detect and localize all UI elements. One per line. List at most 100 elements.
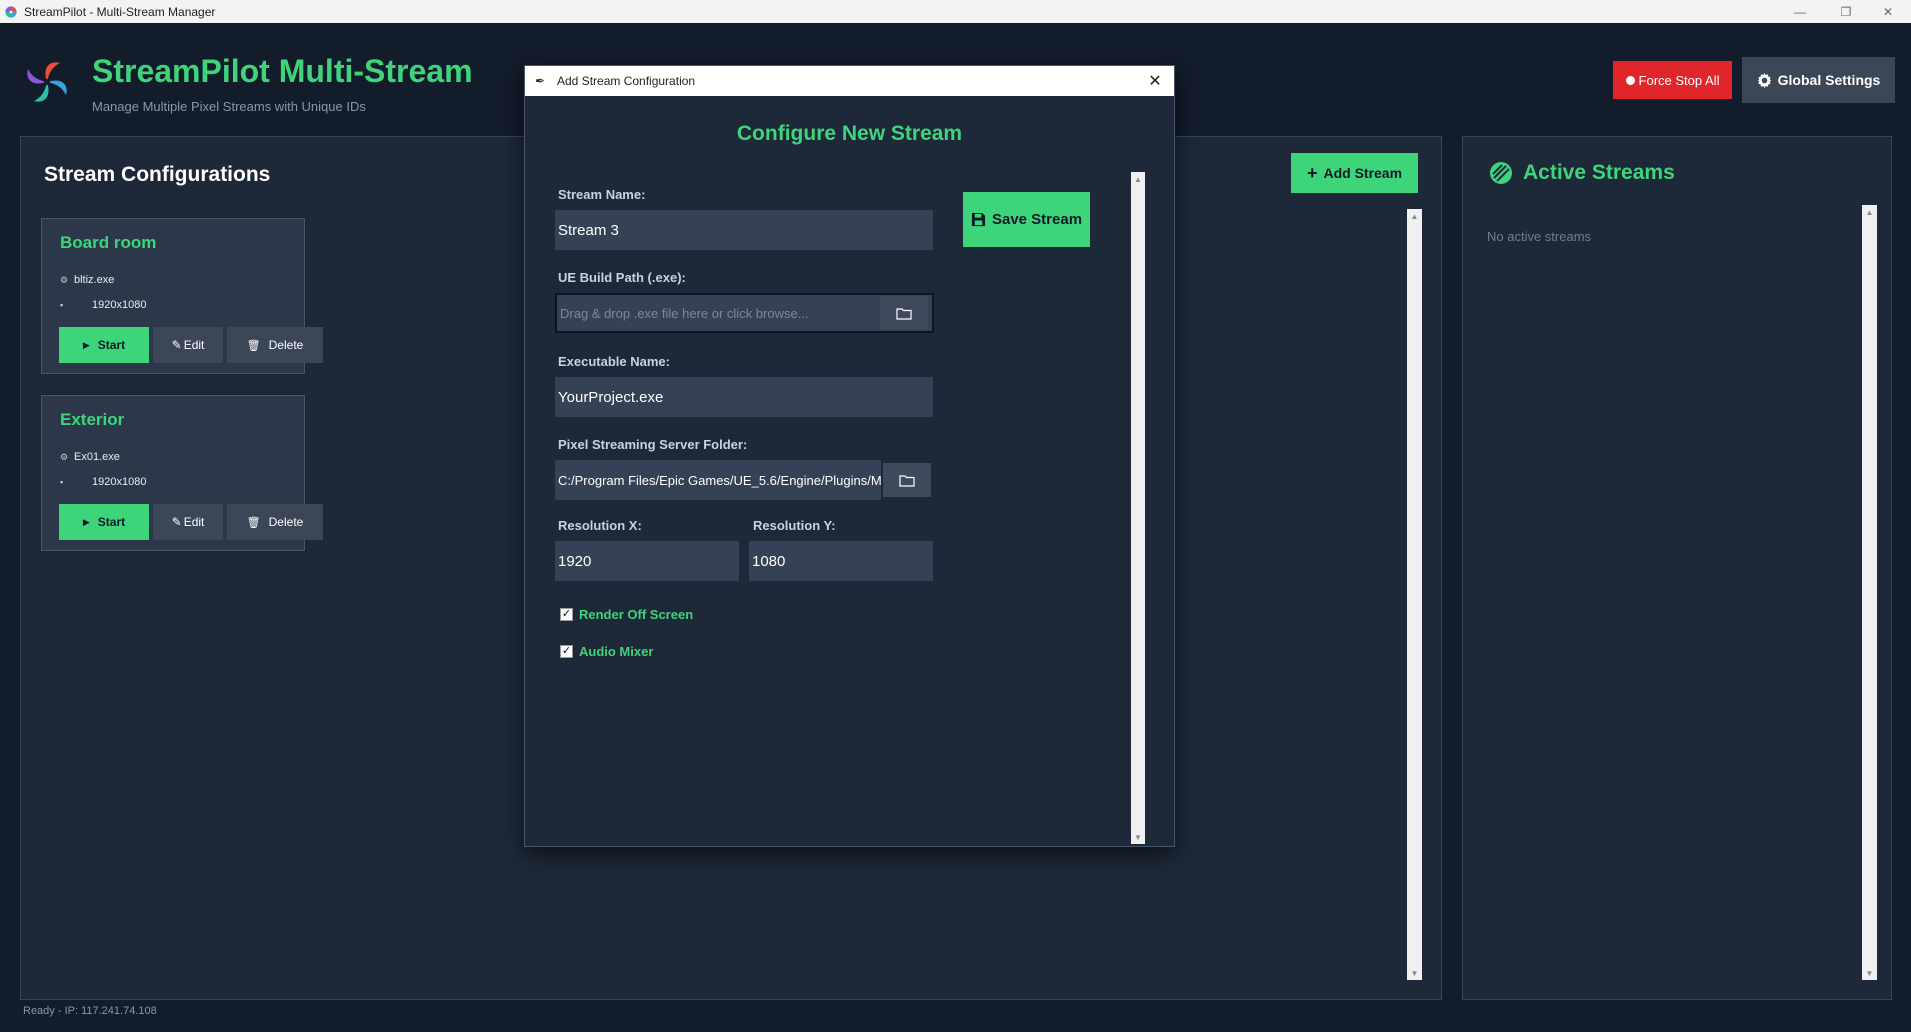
stream-card-exe: ⚙ Ex01.exe — [60, 451, 120, 463]
resolution-x-label: Resolution X: — [558, 518, 642, 533]
scroll-down-arrow-icon[interactable]: ▼ — [1131, 830, 1145, 844]
ue-build-path-input[interactable]: Drag & drop .exe file here or click brow… — [555, 293, 934, 333]
stream-card-resolution: ▪ 1920x1080 — [60, 476, 146, 488]
resolution-x-input[interactable]: 1920 — [555, 541, 739, 581]
folder-icon — [899, 474, 915, 487]
stream-card-resolution-text: 1920x1080 — [92, 476, 147, 488]
dialog-titlebar: ✒ Add Stream Configuration ✕ — [525, 66, 1174, 96]
minimize-icon: — — [1794, 4, 1806, 19]
save-stream-button[interactable]: Save Stream — [963, 192, 1090, 247]
folder-icon — [896, 307, 912, 320]
resolution-y-input[interactable]: 1080 — [749, 541, 933, 581]
scroll-up-arrow-icon[interactable]: ▲ — [1407, 209, 1422, 223]
monitor-icon: ▪ — [60, 300, 64, 310]
app-logo-icon — [5, 5, 17, 18]
active-streams-title: Active Streams — [1523, 161, 1675, 184]
active-streams-panel: Active Streams No active streams ▲ ▼ — [1462, 136, 1892, 1000]
force-stop-label: Force Stop All — [1638, 72, 1720, 88]
executable-name-input[interactable]: YourProject.exe — [555, 377, 933, 417]
dialog-title: Add Stream Configuration — [557, 74, 696, 88]
stream-card-name: Board room — [60, 233, 157, 252]
status-bar: Ready - IP: 117.241.74.108 — [23, 1005, 157, 1017]
trash-icon: 🗑 — [246, 339, 261, 352]
restore-button[interactable]: ❐ — [1823, 0, 1869, 23]
stream-card: Exterior ⚙ Ex01.exe ▪ 1920x1080 ▶ Start ✎ Ed… — [41, 395, 323, 551]
stop-icon — [1625, 75, 1635, 85]
start-label: Start — [97, 515, 126, 529]
edit-label: Edit — [183, 515, 205, 529]
resolution-y-label: Resolution Y: — [753, 518, 836, 533]
ps-server-folder-label: Pixel Streaming Server Folder: — [558, 437, 748, 452]
dialog-close-button[interactable]: ✕ — [1144, 70, 1166, 92]
force-stop-all-button[interactable]: Force Stop All — [1613, 61, 1732, 99]
gear-icon — [1757, 72, 1771, 88]
plus-icon: + — [1306, 163, 1318, 183]
edit-button[interactable]: ✎ Edit — [153, 327, 223, 363]
start-button[interactable]: ▶ Start — [59, 327, 149, 363]
ps-folder-browse-button[interactable] — [883, 463, 931, 497]
ue-build-path-label: UE Build Path (.exe): — [558, 270, 686, 285]
window-titlebar: StreamPilot - Multi-Stream Manager — ❐ ✕ — [0, 0, 1911, 23]
checkbox-checked-icon: ✓ — [560, 608, 573, 621]
delete-label: Delete — [268, 515, 304, 529]
delete-label: Delete — [268, 338, 304, 352]
stream-card-resolution-text: 1920x1080 — [92, 299, 147, 311]
app-title: StreamPilot Multi-Stream — [92, 53, 473, 89]
dialog-heading: Configure New Stream — [736, 122, 963, 145]
gear-icon: ⚙ — [60, 274, 69, 285]
close-icon: ✕ — [1882, 4, 1894, 19]
stream-name-label: Stream Name: — [558, 187, 646, 202]
dialog-scrollbar[interactable]: ▲ ▼ — [1131, 172, 1145, 844]
checkbox-checked-icon: ✓ — [560, 645, 573, 658]
stream-card-exe-text: bltiz.exe — [74, 274, 115, 286]
stream-name-input[interactable]: Stream 3 — [555, 210, 933, 250]
stream-card-resolution: ▪ 1920x1080 — [60, 299, 146, 311]
configs-scrollbar[interactable]: ▲ ▼ — [1407, 209, 1422, 980]
window-title: StreamPilot - Multi-Stream Manager — [24, 4, 216, 19]
scroll-down-arrow-icon[interactable]: ▼ — [1407, 966, 1422, 980]
save-stream-label: Save Stream — [991, 211, 1083, 228]
global-settings-label: Global Settings — [1777, 72, 1881, 88]
edit-label: Edit — [183, 338, 205, 352]
play-icon: ▶ — [82, 339, 90, 350]
close-icon: ✕ — [1148, 73, 1162, 90]
add-stream-button[interactable]: + Add Stream — [1291, 153, 1418, 193]
start-button[interactable]: ▶ Start — [59, 504, 149, 540]
stream-configurations-title: Stream Configurations — [44, 163, 271, 186]
trash-icon: 🗑 — [246, 516, 261, 529]
signal-icon — [1490, 162, 1512, 184]
stream-card: Board room ⚙ bltiz.exe ▪ 1920x1080 ▶ Start … — [41, 218, 323, 374]
render-off-screen-checkbox[interactable]: ✓ Render Off Screen — [560, 607, 693, 622]
scroll-up-arrow-icon[interactable]: ▲ — [1862, 205, 1877, 219]
audio-mixer-checkbox[interactable]: ✓ Audio Mixer — [560, 644, 653, 659]
delete-button[interactable]: 🗑 Delete — [227, 327, 323, 363]
restore-icon: ❐ — [1840, 4, 1852, 19]
window-close-button[interactable]: ✕ — [1865, 0, 1911, 23]
stream-card-name: Exterior — [60, 410, 125, 429]
feather-icon: ✒ — [535, 74, 546, 88]
monitor-icon: ▪ — [60, 477, 64, 487]
save-icon — [971, 212, 986, 227]
minimize-button[interactable]: — — [1777, 0, 1823, 23]
pencil-icon: ✎ — [171, 338, 182, 352]
edit-button[interactable]: ✎ Edit — [153, 504, 223, 540]
active-streams-scrollbar[interactable]: ▲ ▼ — [1862, 205, 1877, 980]
ue-build-browse-button[interactable] — [880, 296, 928, 330]
ps-server-folder-input[interactable]: C:/Program Files/Epic Games/UE_5.6/Engin… — [555, 460, 881, 500]
render-off-screen-label: Render Off Screen — [579, 607, 694, 622]
executable-name-label: Executable Name: — [558, 354, 670, 369]
audio-mixer-label: Audio Mixer — [579, 644, 654, 659]
add-stream-dialog: ✒ Add Stream Configuration ✕ Configure N… — [524, 65, 1175, 847]
no-active-streams-text: No active streams — [1487, 229, 1592, 244]
streampilot-logo-icon — [27, 62, 67, 102]
app-subtitle: Manage Multiple Pixel Streams with Uniqu… — [92, 99, 366, 114]
start-label: Start — [97, 338, 126, 352]
stream-card-exe-text: Ex01.exe — [74, 451, 120, 463]
gear-icon: ⚙ — [60, 451, 69, 462]
add-stream-label: Add Stream — [1323, 165, 1403, 181]
scroll-down-arrow-icon[interactable]: ▼ — [1862, 966, 1877, 980]
global-settings-button[interactable]: Global Settings — [1742, 57, 1895, 103]
scroll-up-arrow-icon[interactable]: ▲ — [1131, 172, 1145, 186]
delete-button[interactable]: 🗑 Delete — [227, 504, 323, 540]
pencil-icon: ✎ — [171, 515, 182, 529]
